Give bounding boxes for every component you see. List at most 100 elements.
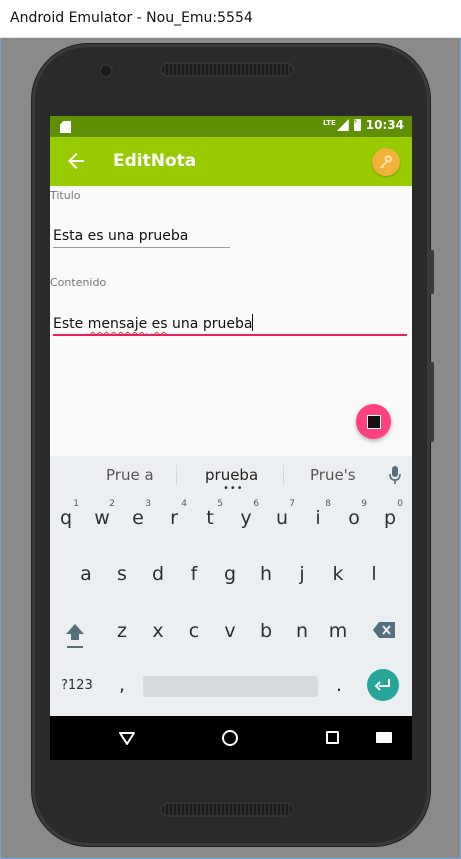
key-hint: 7 (289, 499, 295, 509)
key-o[interactable]: o9 (339, 496, 369, 540)
key-c[interactable]: c (179, 609, 209, 653)
content-word: prueba (202, 316, 253, 332)
volume-button[interactable] (429, 250, 434, 294)
key-hint: 8 (325, 499, 331, 509)
arrow-left-icon[interactable] (64, 149, 88, 173)
suggestion-divider (283, 465, 284, 485)
lte-label: LTE (322, 119, 336, 127)
key-d[interactable]: d (143, 552, 173, 596)
space-bar[interactable] (143, 676, 318, 697)
sd-card-icon (60, 121, 71, 133)
key-z[interactable]: z (107, 609, 137, 653)
key-g[interactable]: g (215, 552, 245, 596)
suggestion-center[interactable]: prueba (205, 466, 258, 484)
device-screen: LTE 10:34 EditNota Titulo Esta es una pr… (50, 116, 412, 760)
key-hint: 1 (73, 499, 79, 509)
backspace-icon[interactable] (372, 621, 396, 639)
key-a[interactable]: a (71, 552, 101, 596)
stop-icon (366, 414, 381, 429)
nav-back-icon[interactable] (119, 730, 135, 746)
key-label: t (206, 507, 214, 529)
key-label: o (348, 507, 360, 529)
stop-fab-button[interactable] (356, 404, 391, 439)
key-label: e (132, 507, 144, 529)
comma-key[interactable]: , (119, 674, 125, 696)
key-k[interactable]: k (323, 552, 353, 596)
key-label: u (275, 507, 289, 529)
key-label: r (170, 507, 178, 529)
key-f[interactable]: f (179, 552, 209, 596)
key-x[interactable]: x (143, 609, 173, 653)
soft-keyboard: Prue a prueba ••• Prue's q1w2e3r4t5y6u7i… (50, 456, 412, 716)
more-suggestions-dots: ••• (223, 483, 244, 494)
contenido-field[interactable]: Este mensaje es una prueba (53, 314, 254, 332)
key-m[interactable]: m (323, 609, 353, 653)
nav-recents-icon[interactable] (326, 731, 339, 744)
key-q[interactable]: q1 (51, 496, 81, 540)
text-cursor (252, 314, 254, 331)
key-u[interactable]: u7 (267, 496, 297, 540)
key-r[interactable]: r4 (159, 496, 189, 540)
key-y[interactable]: y6 (231, 496, 261, 540)
key-b[interactable]: b (251, 609, 281, 653)
nav-home-icon[interactable] (222, 730, 238, 746)
content-word-underlined: mensaje (87, 316, 148, 332)
titulo-underline (53, 247, 230, 248)
key-hint: 2 (109, 499, 115, 509)
key-n[interactable]: n (287, 609, 317, 653)
navigation-bar (50, 716, 412, 760)
key-hint: 0 (397, 499, 403, 509)
key-p[interactable]: p0 (375, 496, 405, 540)
app-bar: EditNota (50, 137, 412, 186)
top-speaker (162, 64, 292, 75)
key-s[interactable]: s (107, 552, 137, 596)
power-button[interactable] (429, 362, 434, 442)
window-titlebar: Android Emulator - Nou_Emu:5554 (0, 0, 461, 38)
enter-key[interactable] (367, 669, 399, 701)
signal-icon (336, 119, 349, 131)
key-w[interactable]: w2 (87, 496, 117, 540)
key-i[interactable]: i8 (303, 496, 333, 540)
key-j[interactable]: j (287, 552, 317, 596)
titulo-label: Titulo (50, 189, 81, 202)
key-hint: 6 (253, 499, 259, 509)
key-h[interactable]: h (251, 552, 281, 596)
mic-icon[interactable] (388, 465, 402, 485)
status-time: 10:34 (365, 118, 404, 132)
keyboard-switch-icon[interactable] (376, 732, 392, 743)
window-title: Android Emulator - Nou_Emu:5554 (10, 10, 253, 26)
suggestion-left[interactable]: Prue a (106, 466, 154, 484)
contenido-underline (53, 334, 407, 336)
key-hint: 9 (361, 499, 367, 509)
key-label: q (59, 507, 73, 529)
contenido-label: Contenido (50, 276, 107, 289)
app-bar-title: EditNota (113, 151, 197, 171)
symbols-key[interactable]: ?123 (61, 678, 93, 693)
key-hint: 3 (145, 499, 151, 509)
shift-icon[interactable] (64, 621, 86, 651)
front-camera (101, 66, 111, 76)
key-hint: 4 (181, 499, 187, 509)
key-label: p (383, 507, 397, 529)
suggestion-strip: Prue a prueba ••• Prue's (50, 456, 412, 494)
bottom-speaker (162, 804, 292, 815)
key-e[interactable]: e3 (123, 496, 153, 540)
period-key[interactable]: . (336, 674, 342, 696)
suggestion-right[interactable]: Prue's (310, 466, 356, 484)
key-action-button[interactable] (372, 148, 400, 176)
battery-charging-icon (353, 117, 361, 131)
key-label: y (240, 507, 252, 529)
key-t[interactable]: t5 (195, 496, 225, 540)
key-v[interactable]: v (215, 609, 245, 653)
status-bar: LTE 10:34 (50, 116, 412, 137)
key-l[interactable]: l (359, 552, 389, 596)
suggestion-divider (176, 465, 177, 485)
key-icon (380, 155, 392, 169)
key-hint: 5 (217, 499, 223, 509)
content-word-underlined: es (151, 316, 168, 332)
titulo-field[interactable]: Esta es una prueba (53, 228, 188, 244)
key-label: w (94, 507, 110, 529)
key-label: i (315, 507, 321, 529)
content-word: una (167, 316, 203, 332)
content-word: Este (53, 316, 88, 332)
